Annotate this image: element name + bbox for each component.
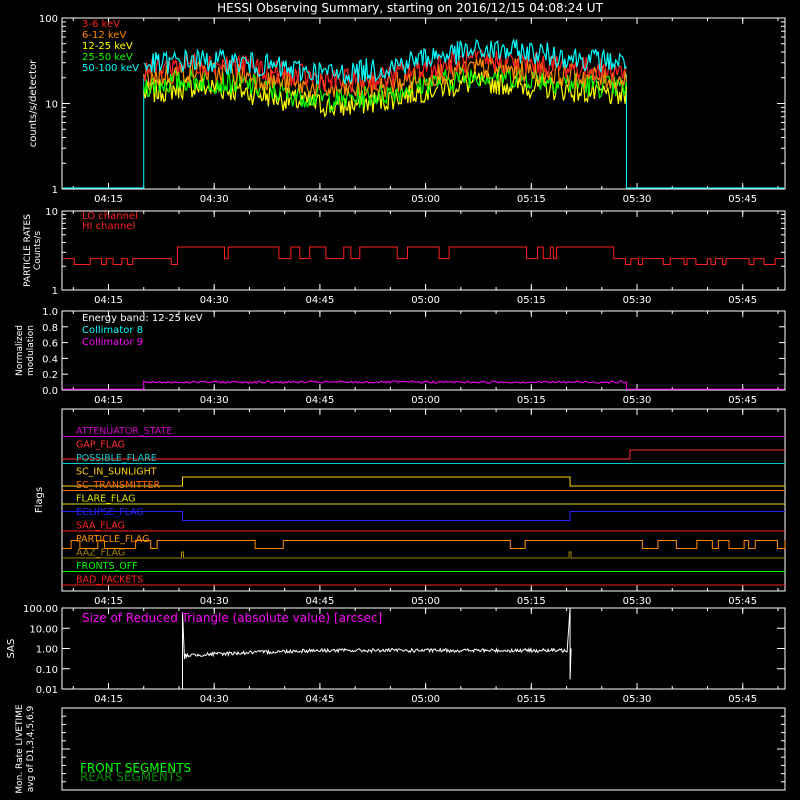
- baseline-right: [625, 74, 784, 189]
- legend-entry: 6-12 keV: [82, 30, 126, 41]
- x-tick-label: 05:45: [728, 694, 757, 705]
- x-tick-label: 05:45: [728, 395, 757, 406]
- flag-label: SC_TRANSMITTER: [76, 480, 161, 491]
- x-tick-label: 05:15: [517, 694, 546, 705]
- flag-label: GAP_FLAG: [76, 440, 125, 451]
- y-axis-label: modulation: [26, 325, 36, 376]
- x-tick-label: 04:15: [94, 295, 123, 306]
- y-axis-label: SAS: [6, 639, 17, 659]
- y-tick-label: 1: [52, 185, 58, 196]
- x-tick-label: 04:15: [94, 194, 123, 205]
- legend-entry: 12-25 keV: [82, 41, 133, 52]
- flag-label: AAZ_FLAG: [76, 548, 125, 559]
- x-tick-label: 04:45: [305, 295, 334, 306]
- x-tick-label: 05:15: [517, 596, 546, 607]
- x-tick-label: 05:00: [411, 596, 440, 607]
- x-tick-label: 05:15: [517, 295, 546, 306]
- x-tick-label: 04:45: [305, 395, 334, 406]
- x-tick-label: 05:00: [411, 194, 440, 205]
- particle-rates-panel-frame: [61, 210, 786, 291]
- flag-label: ATTENUATOR_STATE: [76, 426, 172, 437]
- x-tick-label: 05:00: [411, 395, 440, 406]
- x-tick-label: 05:00: [411, 694, 440, 705]
- x-tick-label: 04:30: [200, 395, 229, 406]
- y-tick-label: 1.0: [42, 307, 58, 318]
- x-tick-label: 04:15: [94, 596, 123, 607]
- x-tick-label: 04:45: [305, 194, 334, 205]
- flag-trace-gap-flag: [62, 449, 785, 460]
- flag-label: PARTICLE_FLAG: [76, 534, 149, 545]
- x-tick-label: 05:45: [728, 295, 757, 306]
- particle-rate-trace: [63, 246, 784, 265]
- flag-trace-sc-in-sunlight: [62, 476, 785, 487]
- x-tick-label: 04:45: [305, 694, 334, 705]
- y-tick-label: 0.10: [36, 665, 58, 676]
- sas-annotation: Size of Reduced Triangle (absolute value…: [82, 611, 382, 625]
- x-tick-label: 04:30: [200, 596, 229, 607]
- modulation-trace: [63, 380, 784, 390]
- flag-label: POSSIBLE_FLARE: [76, 453, 157, 464]
- flag-trace-particle-flag: [62, 540, 786, 549]
- y-axis-label: Normalized: [15, 325, 25, 376]
- flag-label: SAA_FLAG: [76, 521, 125, 532]
- y-tick-label: 10: [45, 207, 58, 218]
- y-tick-label: 0.01: [36, 685, 58, 696]
- x-tick-label: 04:15: [94, 694, 123, 705]
- flag-label: BAD_PACKETS: [76, 575, 143, 586]
- y-tick-label: 10.00: [29, 624, 58, 635]
- y-tick-label: 100: [39, 14, 58, 25]
- energy-band-annotation: Energy band: 12-25 keV: [82, 313, 203, 324]
- x-tick-label: 04:30: [200, 194, 229, 205]
- y-axis-label: avg of D1,3,4,5,6,9: [26, 705, 36, 792]
- x-tick-label: 05:30: [623, 694, 652, 705]
- y-tick-label: 0.0: [42, 386, 58, 397]
- x-tick-label: 05:30: [623, 295, 652, 306]
- legend-entry: 50-100 keV: [82, 63, 139, 74]
- baseline-left: [63, 74, 145, 189]
- x-tick-label: 04:30: [200, 295, 229, 306]
- flag-label: SC_IN_SUNLIGHT: [76, 467, 157, 478]
- x-tick-label: 04:15: [94, 395, 123, 406]
- y-axis-label: PARTICLE RATES: [23, 214, 33, 287]
- y-tick-label: 0.6: [42, 339, 58, 350]
- y-tick-label: 10: [45, 100, 58, 111]
- y-tick-label: 1: [52, 286, 58, 297]
- flag-label: ECLIPSE_FLAG: [76, 507, 144, 518]
- hessi-summary: HESSI Observing Summary, starting on 201…: [0, 0, 800, 800]
- x-tick-label: 05:30: [623, 395, 652, 406]
- x-tick-label: 04:30: [200, 694, 229, 705]
- legend-entry: Collimator 9: [82, 337, 143, 348]
- x-tick-label: 05:45: [728, 194, 757, 205]
- flag-trace-aaz-flag: [62, 551, 785, 559]
- figure-title: HESSI Observing Summary, starting on 201…: [217, 1, 603, 15]
- y-tick-label: 0.4: [42, 354, 58, 365]
- y-axis-label: counts/s/detector: [28, 59, 39, 147]
- x-tick-label: 05:00: [411, 295, 440, 306]
- flag-label: FLARE_FLAG: [76, 494, 136, 505]
- y-tick-label: 0.2: [42, 370, 58, 381]
- legend-entry: 3-6 keV: [82, 19, 120, 30]
- legend-entry: HI channel: [82, 221, 135, 232]
- flag-label: FRONTS_OFF: [76, 561, 138, 572]
- lightcurve-panel-frame: [61, 17, 786, 190]
- legend-entry: Collimator 8: [82, 325, 143, 336]
- y-axis-label: Flags: [34, 487, 45, 513]
- x-tick-label: 05:30: [623, 596, 652, 607]
- summary-figure: HESSI Observing Summary, starting on 201…: [6, 1, 786, 794]
- lightcurve-25-50-kev: [143, 62, 627, 112]
- flag-trace-eclipse-flag: [62, 511, 785, 521]
- x-tick-label: 05:45: [728, 596, 757, 607]
- y-tick-label: 1.00: [36, 645, 58, 656]
- y-axis-label: Mon. Rate LIVETIME: [15, 704, 25, 794]
- x-tick-label: 05:15: [517, 194, 546, 205]
- y-tick-label: 100.00: [23, 604, 58, 615]
- x-tick-label: 04:45: [305, 596, 334, 607]
- y-axis-label: Counts/s: [33, 231, 43, 270]
- x-tick-label: 05:15: [517, 395, 546, 406]
- legend-entry: REAR SEGMENTS: [80, 770, 183, 784]
- y-tick-label: 0.8: [42, 323, 58, 334]
- x-tick-label: 05:30: [623, 194, 652, 205]
- legend-entry: 25-50 keV: [82, 52, 133, 63]
